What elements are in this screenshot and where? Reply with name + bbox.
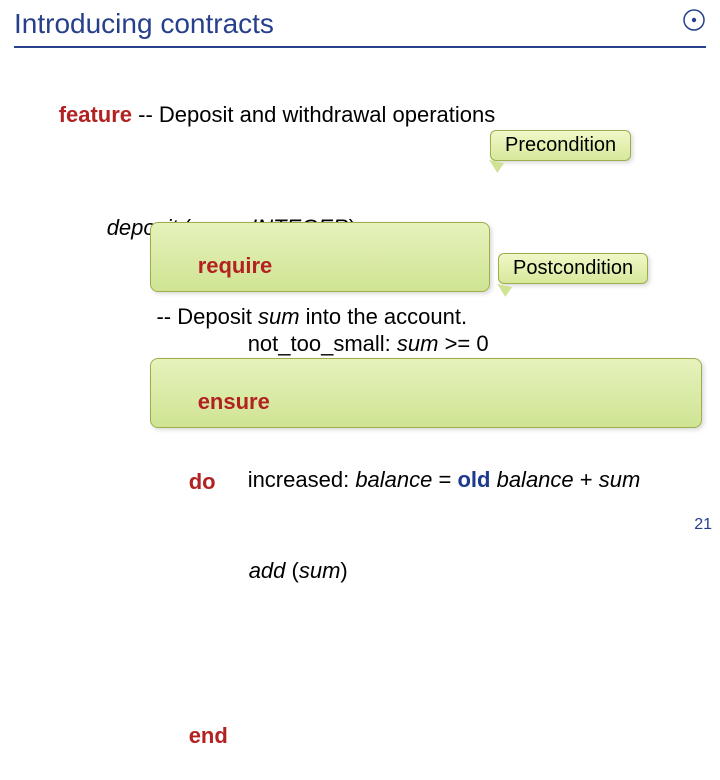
balance2: balance xyxy=(490,467,573,492)
not-too-small-sum: sum xyxy=(397,331,439,356)
balance1: balance xyxy=(355,467,432,492)
feature-keyword: feature xyxy=(59,102,132,127)
postcondition-label: Postcondition xyxy=(513,257,633,279)
increased-sum: sum xyxy=(599,467,641,492)
precondition-label: Precondition xyxy=(505,134,616,156)
feature-comment: -- Deposit and withdrawal operations xyxy=(132,102,495,127)
title-bar: Introducing contracts xyxy=(0,0,720,44)
page-number: 21 xyxy=(694,516,712,534)
ensure-keyword: ensure xyxy=(198,389,270,414)
not-too-small-label: not_too_small: xyxy=(248,331,397,356)
add-name: add xyxy=(249,558,286,583)
old-keyword: old xyxy=(457,467,490,492)
plus: + xyxy=(574,467,599,492)
slide: Introducing contracts feature -- Deposit… xyxy=(0,0,720,540)
add-arg: sum xyxy=(299,558,341,583)
precondition-callout: Precondition xyxy=(490,130,631,161)
title-rule xyxy=(14,46,706,48)
increased-label: increased: xyxy=(248,467,356,492)
end-keyword: end xyxy=(189,723,228,748)
postcondition-callout: Postcondition xyxy=(498,253,648,284)
equals: = xyxy=(432,467,457,492)
add-open: ( xyxy=(285,558,298,583)
add-close: ) xyxy=(340,558,347,583)
not-too-small-op: >= 0 xyxy=(438,331,488,356)
end-line: end xyxy=(22,691,708,780)
ensure-box: ensure increased: balance = old balance … xyxy=(150,358,702,428)
require-box: require not_too_small: sum >= 0 xyxy=(150,222,490,292)
logo-icon xyxy=(682,8,706,32)
require-keyword: require xyxy=(198,253,273,278)
slide-title: Introducing contracts xyxy=(14,8,274,39)
